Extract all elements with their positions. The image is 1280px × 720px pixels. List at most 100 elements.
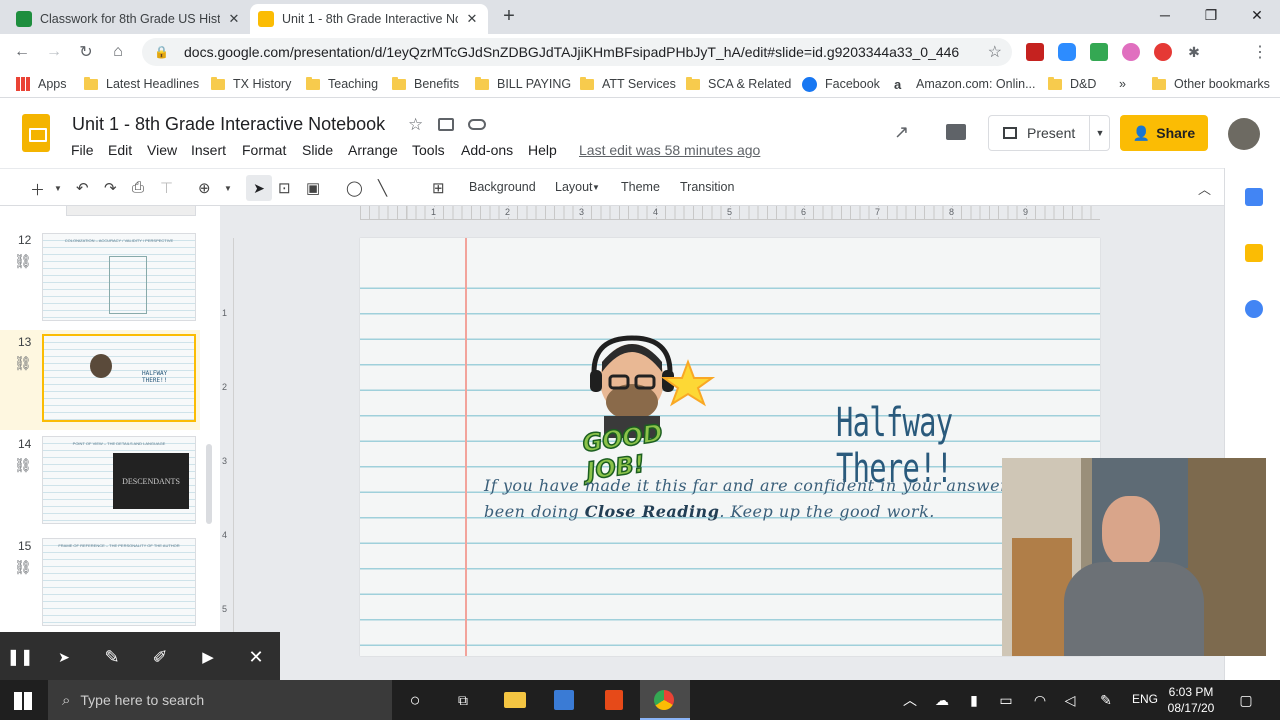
slides-logo-icon[interactable] (22, 114, 50, 152)
extensions-puzzle-icon[interactable]: ✱ (1182, 40, 1206, 64)
account-avatar[interactable] (1228, 118, 1260, 150)
office-icon[interactable] (605, 690, 623, 710)
new-slide-dropdown-icon[interactable]: ▼ (54, 184, 62, 193)
present-dropdown-icon[interactable]: ▼ (1089, 116, 1110, 150)
cortana-icon[interactable]: ○ (405, 690, 425, 710)
bookmark-sca-related[interactable]: SCA & Related (686, 75, 791, 93)
slide-thumbnail-partial[interactable] (66, 206, 196, 216)
good-job-sticker[interactable]: GOOD JOB! (580, 332, 724, 486)
bookmark-tx-history[interactable]: TX History (211, 75, 291, 93)
menu-edit[interactable]: Edit (108, 142, 132, 158)
new-tab-button[interactable]: + (498, 5, 520, 27)
present-button[interactable]: Present ▼ (988, 115, 1110, 151)
keep-icon[interactable] (1245, 244, 1263, 262)
highlighter-icon[interactable]: ✐ (148, 647, 172, 667)
taskbar-search[interactable]: ⌕ Type here to search (48, 680, 392, 720)
slide-thumbnail-13[interactable]: HALFWAY THERE!! (42, 334, 196, 422)
print-icon[interactable]: ⎙ (132, 179, 144, 196)
bookmark-amazon[interactable]: a Amazon.com: Onlin... (894, 75, 1036, 93)
zoom-dropdown-icon[interactable]: ▼ (224, 184, 232, 193)
reload-icon[interactable]: ↻ (74, 40, 98, 64)
menu-insert[interactable]: Insert (191, 142, 226, 158)
pointer-icon[interactable]: ➤ (52, 647, 76, 667)
menu-slide[interactable]: Slide (302, 142, 333, 158)
heart-extension-icon[interactable] (1122, 43, 1140, 61)
collapse-toolbar-icon[interactable]: ︿ (1198, 179, 1211, 198)
bookmark-bill-paying[interactable]: BILL PAYING (475, 75, 571, 93)
menu-tools[interactable]: Tools (412, 142, 445, 158)
bookmark-star-icon[interactable]: ☆ (988, 42, 1002, 62)
bookmark-facebook[interactable]: Facebook (802, 75, 880, 93)
task-view-icon[interactable]: ⧉ (453, 690, 473, 710)
usb-icon[interactable]: ▮ (964, 690, 984, 710)
menu-format[interactable]: Format (242, 142, 286, 158)
slide-thumbnail-12[interactable]: COLONIZATION – ACCURACY / VALIDITY / PER… (42, 233, 196, 321)
bookmark-teaching[interactable]: Teaching (306, 75, 378, 93)
zoom-extension-icon[interactable] (1058, 43, 1076, 61)
file-explorer-icon[interactable] (504, 692, 526, 708)
new-slide-icon[interactable]: ＋ (30, 179, 45, 200)
activity-trend-icon[interactable]: ↗ (894, 122, 909, 143)
restore-icon[interactable]: ❐ (1188, 0, 1234, 30)
menu-arrange[interactable]: Arrange (348, 142, 398, 158)
cloud-status-icon[interactable] (468, 119, 486, 130)
share-button[interactable]: 👤 Share (1120, 115, 1208, 151)
acrobat-extension-icon[interactable] (1026, 43, 1044, 61)
chrome-taskbar-button[interactable] (640, 680, 690, 720)
menu-file[interactable]: File (71, 142, 94, 158)
theme-button[interactable]: Theme (621, 180, 660, 194)
comments-icon[interactable] (946, 124, 966, 140)
undo-icon[interactable]: ↶ (76, 179, 89, 197)
background-button[interactable]: Background (469, 180, 536, 194)
taskbar-clock[interactable]: 6:03 PM 08/17/20 (1162, 684, 1220, 716)
zoom-icon[interactable]: ⊕ (198, 179, 211, 197)
bookmark-apps[interactable]: Apps (16, 75, 67, 93)
notifications-icon[interactable]: ▢ (1236, 690, 1256, 710)
calendar-icon[interactable] (1245, 188, 1263, 206)
menu-addons[interactable]: Add-ons (461, 142, 513, 158)
last-edit-link[interactable]: Last edit was 58 minutes ago (579, 142, 760, 158)
address-bar[interactable]: 🔒 docs.google.com/presentation/d/1eyQzrM… (142, 38, 1012, 66)
classroom-extension-icon[interactable] (1090, 43, 1108, 61)
volume-icon[interactable]: ◁ (1060, 690, 1080, 710)
move-folder-icon[interactable] (438, 118, 454, 131)
minimize-icon[interactable]: ─ (1142, 0, 1188, 30)
insert-comment-icon[interactable]: ⊞ (432, 179, 445, 197)
slide-thumbnail-15[interactable]: FRAME OF REFERENCE – THE PERSONALITY OF … (42, 538, 196, 626)
image-icon[interactable]: ▣ (306, 179, 320, 197)
bookmark-dnd[interactable]: D&D (1048, 75, 1096, 93)
battery-icon[interactable]: ▭ (996, 690, 1016, 710)
select-cursor-icon[interactable]: ➤ (246, 175, 272, 201)
slide-body-line-1[interactable]: If you have made it this far and are con… (484, 476, 1059, 495)
document-title[interactable]: Unit 1 - 8th Grade Interactive Notebook (72, 114, 385, 135)
close-annotation-icon[interactable]: ✕ (244, 647, 268, 667)
shape-icon[interactable]: ◯ (346, 179, 363, 197)
star-icon[interactable]: ☆ (408, 115, 423, 135)
close-tab-icon[interactable]: ✕ (464, 11, 480, 27)
bookmark-benefits[interactable]: Benefits (392, 75, 459, 93)
transition-button[interactable]: Transition (680, 180, 734, 194)
bookmark-latest-headlines[interactable]: Latest Headlines (84, 75, 199, 93)
other-bookmarks[interactable]: Other bookmarks (1152, 75, 1270, 93)
layout-dropdown-icon[interactable]: ▼ (592, 183, 600, 192)
vertical-ruler[interactable]: 1 2 3 4 5 (220, 238, 234, 656)
close-tab-icon[interactable]: ✕ (226, 11, 242, 27)
store-icon[interactable] (554, 690, 574, 710)
browser-tab-slides[interactable]: Unit 1 - 8th Grade Interactive No ✕ (250, 4, 488, 34)
tasks-icon[interactable] (1245, 300, 1263, 318)
menu-help[interactable]: Help (528, 142, 557, 158)
browser-tab-classroom[interactable]: Classwork for 8th Grade US Histo ✕ (8, 4, 250, 34)
paint-format-icon[interactable]: ⊤ (160, 179, 173, 197)
pen-icon[interactable]: ✎ (100, 647, 124, 667)
screencastify-extension-icon[interactable] (1154, 43, 1172, 61)
bookmark-att-services[interactable]: ATT Services (580, 75, 676, 93)
back-icon[interactable]: ← (10, 40, 34, 64)
layout-button[interactable]: Layout (555, 180, 593, 194)
webcam-overlay[interactable] (1002, 458, 1266, 656)
text-box-icon[interactable]: ⊡ (278, 179, 291, 197)
pause-icon[interactable]: ❚❚ (7, 647, 34, 667)
bookmarks-overflow-button[interactable]: » (1119, 75, 1126, 93)
menu-view[interactable]: View (147, 142, 177, 158)
redo-icon[interactable]: ↷ (104, 179, 117, 197)
close-window-icon[interactable]: ✕ (1234, 0, 1280, 30)
